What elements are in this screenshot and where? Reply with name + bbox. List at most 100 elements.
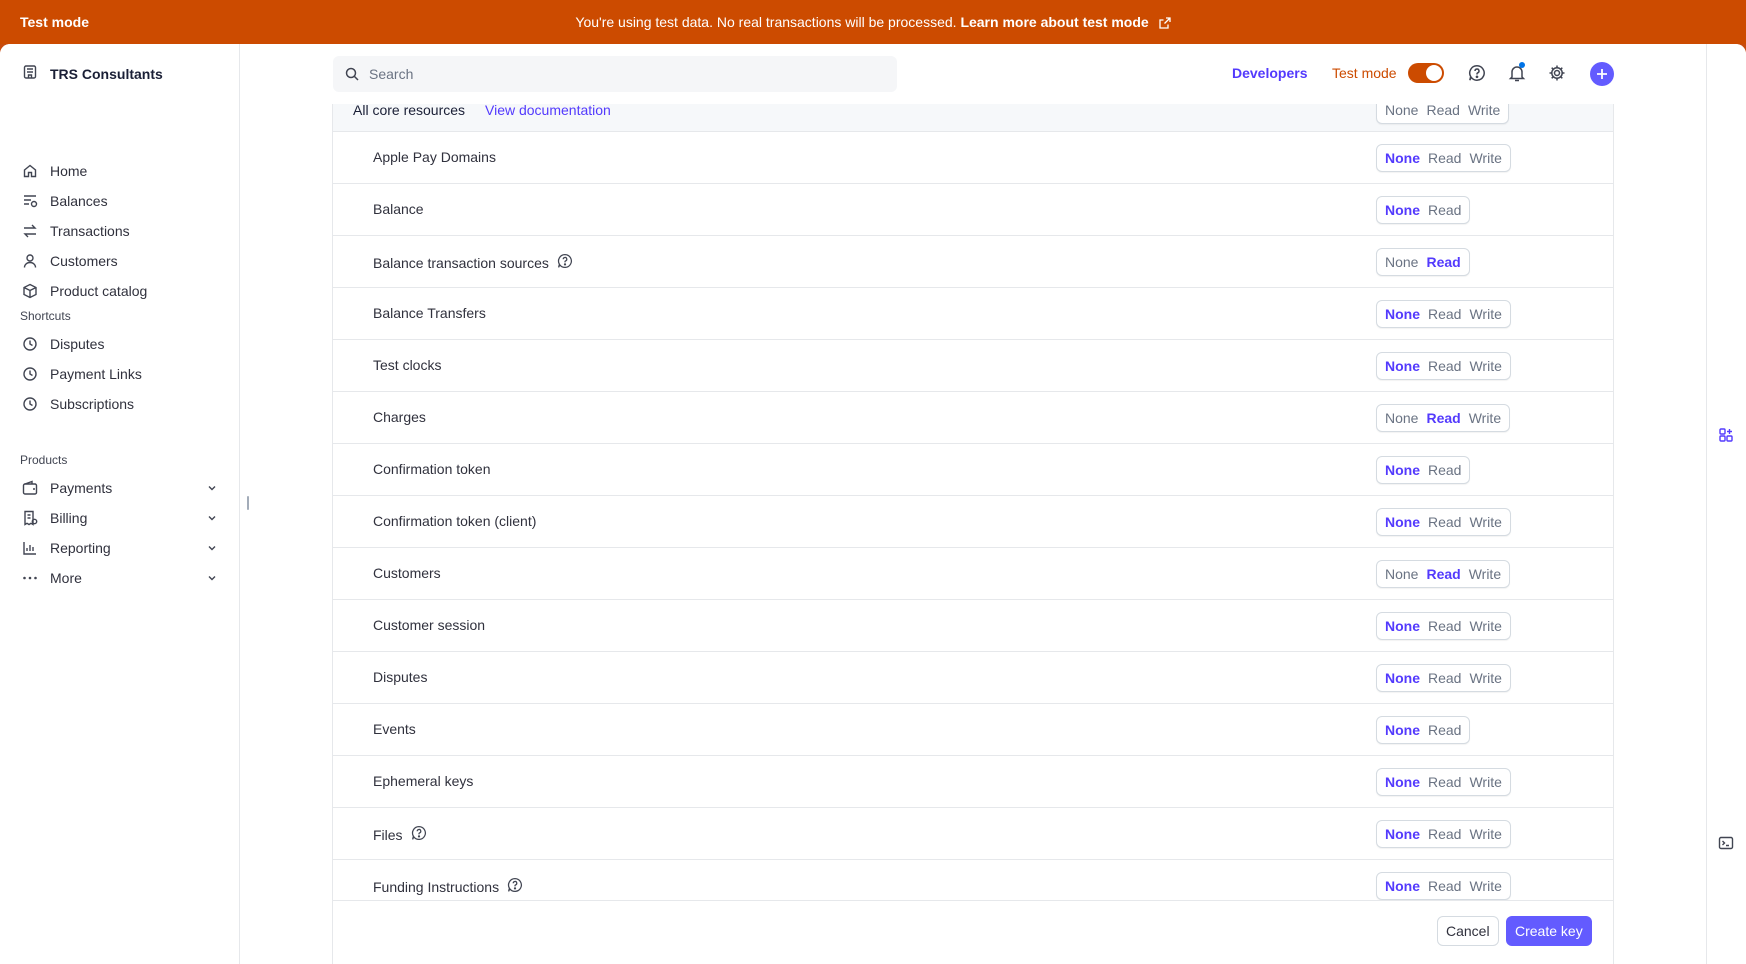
option-write[interactable]: Write xyxy=(1465,774,1505,790)
more-icon xyxy=(23,576,37,580)
product-payments[interactable]: Payments xyxy=(22,475,218,501)
option-read[interactable]: Read xyxy=(1424,150,1465,166)
option-none[interactable]: None xyxy=(1381,150,1424,166)
sidebar-item-transactions[interactable]: Transactions xyxy=(22,218,218,244)
apps-icon[interactable] xyxy=(1713,422,1739,448)
help-icon[interactable] xyxy=(1468,64,1486,87)
notification-dot xyxy=(1519,62,1525,68)
option-write[interactable]: Write xyxy=(1465,826,1505,842)
permission-row: Confirmation token (client) None Read Write xyxy=(333,496,1613,548)
option-read[interactable]: Read xyxy=(1424,670,1465,686)
option-read[interactable]: Read xyxy=(1424,878,1465,894)
option-none[interactable]: None xyxy=(1381,254,1422,270)
banner-message-line: You're using test data. No real transact… xyxy=(0,14,1746,32)
resource-label: Files xyxy=(373,825,427,844)
option-write[interactable]: Write xyxy=(1465,410,1505,426)
option-read[interactable]: Read xyxy=(1422,410,1464,426)
option-read[interactable]: Read xyxy=(1424,462,1465,478)
option-read[interactable]: Read xyxy=(1424,774,1465,790)
search-bar[interactable] xyxy=(333,56,897,92)
option-write[interactable]: Write xyxy=(1465,306,1505,322)
search-input[interactable] xyxy=(369,66,869,82)
option-read[interactable]: Read xyxy=(1424,722,1465,738)
permission-selector: None Read xyxy=(1376,716,1471,744)
option-none[interactable]: None xyxy=(1381,358,1424,374)
option-read[interactable]: Read xyxy=(1424,202,1465,218)
create-key-button[interactable]: Create key xyxy=(1506,916,1592,946)
wallet-icon xyxy=(22,480,38,495)
permission-selector: None Read xyxy=(1376,248,1470,276)
product-billing[interactable]: Billing xyxy=(22,505,218,531)
option-none[interactable]: None xyxy=(1381,566,1422,582)
help-icon[interactable] xyxy=(507,877,523,896)
shortcut-payment-links[interactable]: Payment Links xyxy=(22,361,218,387)
option-none[interactable]: None xyxy=(1381,774,1424,790)
cancel-button[interactable]: Cancel xyxy=(1437,916,1499,946)
option-write[interactable]: Write xyxy=(1465,670,1505,686)
permission-row: Apple Pay Domains None Read Write xyxy=(333,132,1613,184)
help-icon[interactable] xyxy=(411,825,427,844)
sidebar-item-product-catalog[interactable]: Product catalog xyxy=(22,278,218,304)
account-switcher[interactable]: TRS Consultants xyxy=(22,64,163,83)
shortcut-disputes[interactable]: Disputes xyxy=(22,331,218,357)
option-none[interactable]: None xyxy=(1381,670,1424,686)
option-none[interactable]: None xyxy=(1381,202,1424,218)
option-none[interactable]: None xyxy=(1381,878,1424,894)
shortcut-subscriptions[interactable]: Subscriptions xyxy=(22,391,218,417)
permission-selector: None Read Write xyxy=(1376,404,1511,432)
sidebar-resize-handle[interactable] xyxy=(247,496,249,510)
app-window: TRS Consultants Home Balances Transactio… xyxy=(0,44,1746,964)
product-more[interactable]: More xyxy=(22,565,218,591)
option-read[interactable]: Read xyxy=(1424,618,1465,634)
account-name: TRS Consultants xyxy=(50,65,163,82)
option-read[interactable]: Read xyxy=(1422,104,1463,118)
sidebar-item-customers[interactable]: Customers xyxy=(22,248,218,274)
view-documentation-link[interactable]: View documentation xyxy=(485,104,611,118)
sidebar-item-home[interactable]: Home xyxy=(22,158,218,184)
option-read[interactable]: Read xyxy=(1424,306,1465,322)
option-write[interactable]: Write xyxy=(1465,150,1505,166)
permission-row: Balance None Read xyxy=(333,184,1613,236)
option-write[interactable]: Write xyxy=(1465,514,1505,530)
permission-selector: None Read xyxy=(1376,456,1471,484)
product-reporting[interactable]: Reporting xyxy=(22,535,218,561)
resource-name: Balance transaction sources xyxy=(373,254,549,271)
option-none[interactable]: None xyxy=(1381,104,1422,118)
option-read[interactable]: Read xyxy=(1422,566,1464,582)
option-write[interactable]: Write xyxy=(1465,878,1505,894)
option-none[interactable]: None xyxy=(1381,462,1424,478)
create-plus-button[interactable] xyxy=(1590,62,1614,86)
option-none[interactable]: None xyxy=(1381,306,1424,322)
option-write[interactable]: Write xyxy=(1464,104,1504,118)
gear-icon[interactable] xyxy=(1548,64,1566,87)
option-read[interactable]: Read xyxy=(1424,826,1465,842)
developers-link[interactable]: Developers xyxy=(1232,65,1307,81)
option-write[interactable]: Write xyxy=(1465,618,1505,634)
toggle-knob xyxy=(1426,65,1442,81)
permission-row: Disputes None Read Write xyxy=(333,652,1613,704)
account-icon xyxy=(22,64,38,83)
product-label: More xyxy=(50,570,82,586)
option-none[interactable]: None xyxy=(1381,514,1424,530)
products-heading: Products xyxy=(20,453,68,467)
option-read[interactable]: Read xyxy=(1424,358,1465,374)
help-icon[interactable] xyxy=(557,253,573,272)
topbar: Developers Test mode xyxy=(240,44,1706,104)
permission-selector: None Read xyxy=(1376,196,1471,224)
sidebar-item-balances[interactable]: Balances xyxy=(22,188,218,214)
option-write[interactable]: Write xyxy=(1465,358,1505,374)
test-mode-toggle[interactable] xyxy=(1408,63,1444,83)
billing-icon xyxy=(24,510,38,526)
permission-selector: None Read Write xyxy=(1376,820,1511,848)
option-none[interactable]: None xyxy=(1381,410,1422,426)
option-none[interactable]: None xyxy=(1381,826,1424,842)
terminal-icon[interactable] xyxy=(1713,830,1739,856)
option-none[interactable]: None xyxy=(1381,722,1424,738)
option-read[interactable]: Read xyxy=(1424,514,1465,530)
permission-row: Events None Read xyxy=(333,704,1613,756)
option-none[interactable]: None xyxy=(1381,618,1424,634)
option-write[interactable]: Write xyxy=(1465,566,1505,582)
resource-label: Balance transaction sources xyxy=(373,253,573,272)
option-read[interactable]: Read xyxy=(1422,254,1464,270)
banner-learn-more-link[interactable]: Learn more about test mode xyxy=(960,14,1148,30)
